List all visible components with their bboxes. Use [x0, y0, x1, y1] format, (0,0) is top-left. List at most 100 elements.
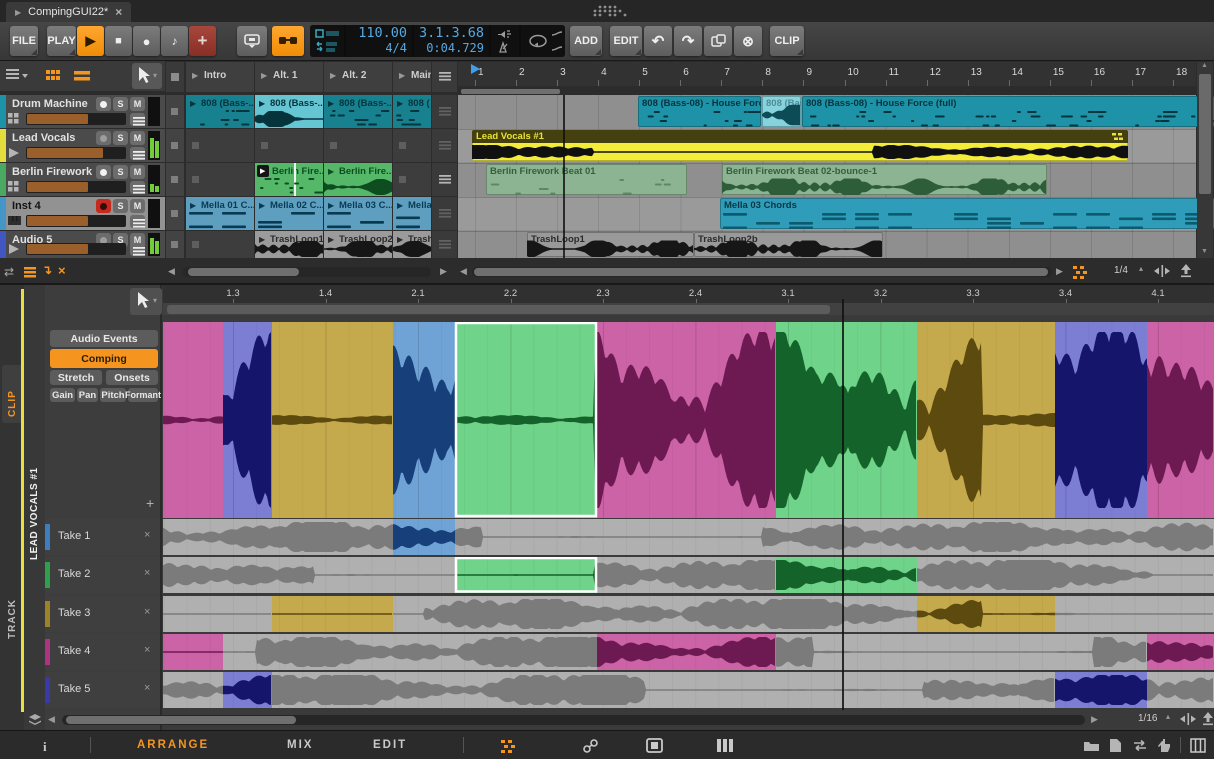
clip-cell[interactable] [255, 129, 323, 162]
link-icon[interactable] [583, 739, 599, 753]
comp-dots-icon[interactable] [500, 739, 520, 753]
track-header[interactable]: Drum MachineSM [0, 95, 165, 128]
arranger-vscrollbar[interactable]: ▲▼ [1197, 62, 1213, 258]
columns-icon[interactable] [716, 738, 734, 754]
editor-ruler[interactable]: 1.31.42.12.22.32.43.13.23.33.44.1 [163, 285, 1214, 303]
clip-stop-button[interactable] [166, 197, 184, 230]
take-row[interactable]: Take 4× [45, 634, 160, 670]
take-lane[interactable] [163, 557, 1214, 593]
clip-cell[interactable]: ▶Mella [393, 197, 431, 230]
scroll-down-icon[interactable]: ▼ [1201, 248, 1208, 255]
launcher-overdub-button[interactable] [237, 26, 267, 56]
snap-to-grid-icon[interactable] [1154, 265, 1171, 277]
scroll-up-icon[interactable]: ▲ [1201, 62, 1208, 69]
scene-header[interactable]: ▶Alt. 1 [255, 62, 323, 92]
time-display[interactable]: 0:04.729 [426, 41, 484, 56]
browser-icon[interactable] [1083, 739, 1100, 752]
edit-menu-button[interactable]: EDIT [610, 26, 642, 56]
pitch-button[interactable]: Pitch [100, 388, 126, 402]
tab-arrange[interactable]: ARRANGE [137, 739, 209, 751]
take-remove-button[interactable]: × [144, 644, 150, 656]
mute-button[interactable]: M [130, 199, 145, 213]
scene-header[interactable]: ▶Intro [186, 62, 254, 92]
overdub-icon[interactable]: ♪ [161, 26, 188, 56]
clip-cell[interactable]: ▶TrashLoop2b [324, 231, 392, 258]
time-signature-display[interactable]: 4/4 [385, 41, 407, 56]
redo-button[interactable]: ↷ [674, 26, 702, 56]
stop-all-header[interactable] [166, 62, 184, 92]
alt-takes-cell[interactable] [432, 197, 457, 230]
track-menu-button[interactable] [130, 147, 145, 160]
stop-button[interactable]: ■ [105, 26, 132, 56]
track-menu-button[interactable] [130, 181, 145, 194]
clip-cell[interactable] [393, 129, 431, 162]
arranger-scroll-right[interactable]: ▶ [1056, 266, 1063, 277]
editor-grid-value[interactable]: 1/16 [1138, 713, 1157, 724]
track-header[interactable]: Inst 4SM [0, 197, 165, 230]
layers-icon[interactable] [28, 714, 42, 726]
arranger-zoombar-thumb[interactable] [461, 89, 560, 94]
comp-lane[interactable] [163, 322, 1214, 518]
tab-clip[interactable]: CLIP [7, 373, 18, 417]
launcher-scroll-thumb[interactable] [188, 268, 299, 276]
snap-to-grid-icon[interactable] [1180, 713, 1197, 725]
editor-scroll-thumb[interactable] [66, 716, 296, 724]
alt-takes-cell[interactable] [432, 163, 457, 196]
take-remove-button[interactable]: × [144, 606, 150, 618]
gain-button[interactable]: Gain [50, 388, 75, 402]
editor-scroll-left[interactable]: ◀ [48, 714, 55, 725]
follow-arrow-icon[interactable]: ↴ [42, 263, 52, 277]
clip-cell[interactable]: ▶Berlin Fire... [255, 163, 323, 196]
undo-button[interactable]: ↶ [644, 26, 672, 56]
solo-button[interactable]: S [113, 97, 128, 111]
track-menu-button[interactable] [130, 113, 145, 126]
play-button[interactable]: ▶ [77, 26, 104, 56]
volume-fader[interactable] [26, 113, 126, 125]
file-menu-button[interactable]: FILE [10, 26, 38, 56]
loop-fade-icons[interactable] [526, 29, 565, 53]
tempo-display[interactable]: 110.00 [358, 26, 407, 41]
track-list-toggle-icon[interactable] [24, 267, 38, 279]
mute-button[interactable]: M [130, 131, 145, 145]
arranger-zoombar[interactable] [459, 88, 1196, 94]
editor-arrow-tool-button[interactable]: ▾ [130, 288, 162, 315]
track-header[interactable]: Berlin Firework KitSM [0, 163, 165, 196]
solo-button[interactable]: S [113, 165, 128, 179]
arranger-clip[interactable]: Berlin Firework Beat 01 [486, 164, 687, 195]
arranger-grid-value[interactable]: 1/4 [1114, 265, 1128, 276]
editor-zoom-band[interactable] [163, 303, 1214, 315]
scene-header[interactable]: ▶Main [393, 62, 431, 92]
add-lane-button[interactable]: + [146, 495, 154, 511]
editor-zoom-thumb[interactable] [167, 305, 830, 314]
play-start-marker-icon[interactable] [471, 64, 480, 74]
alt-takes-cell[interactable] [432, 95, 457, 128]
arranger-clip[interactable]: TrashLoop2b [694, 232, 883, 257]
clip-cell[interactable] [186, 129, 254, 162]
arranger-scrollbar[interactable] [472, 267, 1052, 277]
arranger-clip[interactable]: Berlin Firework Beat 02-bounce-1 [722, 164, 1047, 195]
solo-button[interactable]: S [113, 131, 128, 145]
take-lane[interactable] [163, 634, 1214, 670]
hand-cursor-icon[interactable] [1157, 738, 1172, 753]
punch-add-button[interactable]: + [189, 26, 216, 56]
scene-play-icon[interactable]: ▶ [330, 71, 336, 80]
record-arm-button[interactable] [96, 97, 111, 111]
play-menu-button[interactable]: PLAY [47, 26, 76, 56]
comping-button[interactable]: Comping [50, 349, 158, 368]
take-lane[interactable] [163, 672, 1214, 708]
file-page-icon[interactable] [1109, 738, 1122, 753]
project-tab[interactable]: ▶ CompingGUI22* × [6, 2, 131, 22]
track-header[interactable]: Audio 5SM [0, 231, 165, 258]
editor-scrollbar[interactable] [62, 715, 1085, 725]
take-lane[interactable] [163, 519, 1214, 555]
take-remove-button[interactable]: × [144, 682, 150, 694]
deactivate-icon[interactable]: × [58, 263, 66, 278]
arranger-ruler[interactable]: 123456789101112131415161718 [458, 62, 1196, 86]
alt-header-cell[interactable] [432, 62, 457, 92]
io-routing-icon[interactable] [1131, 739, 1149, 752]
solo-button[interactable]: S [113, 199, 128, 213]
take-row[interactable]: Take 2× [45, 557, 160, 593]
arranger-playhead[interactable] [563, 95, 565, 258]
add-track-button[interactable]: ADD [570, 26, 602, 56]
scene-play-icon[interactable]: ▶ [261, 71, 267, 80]
